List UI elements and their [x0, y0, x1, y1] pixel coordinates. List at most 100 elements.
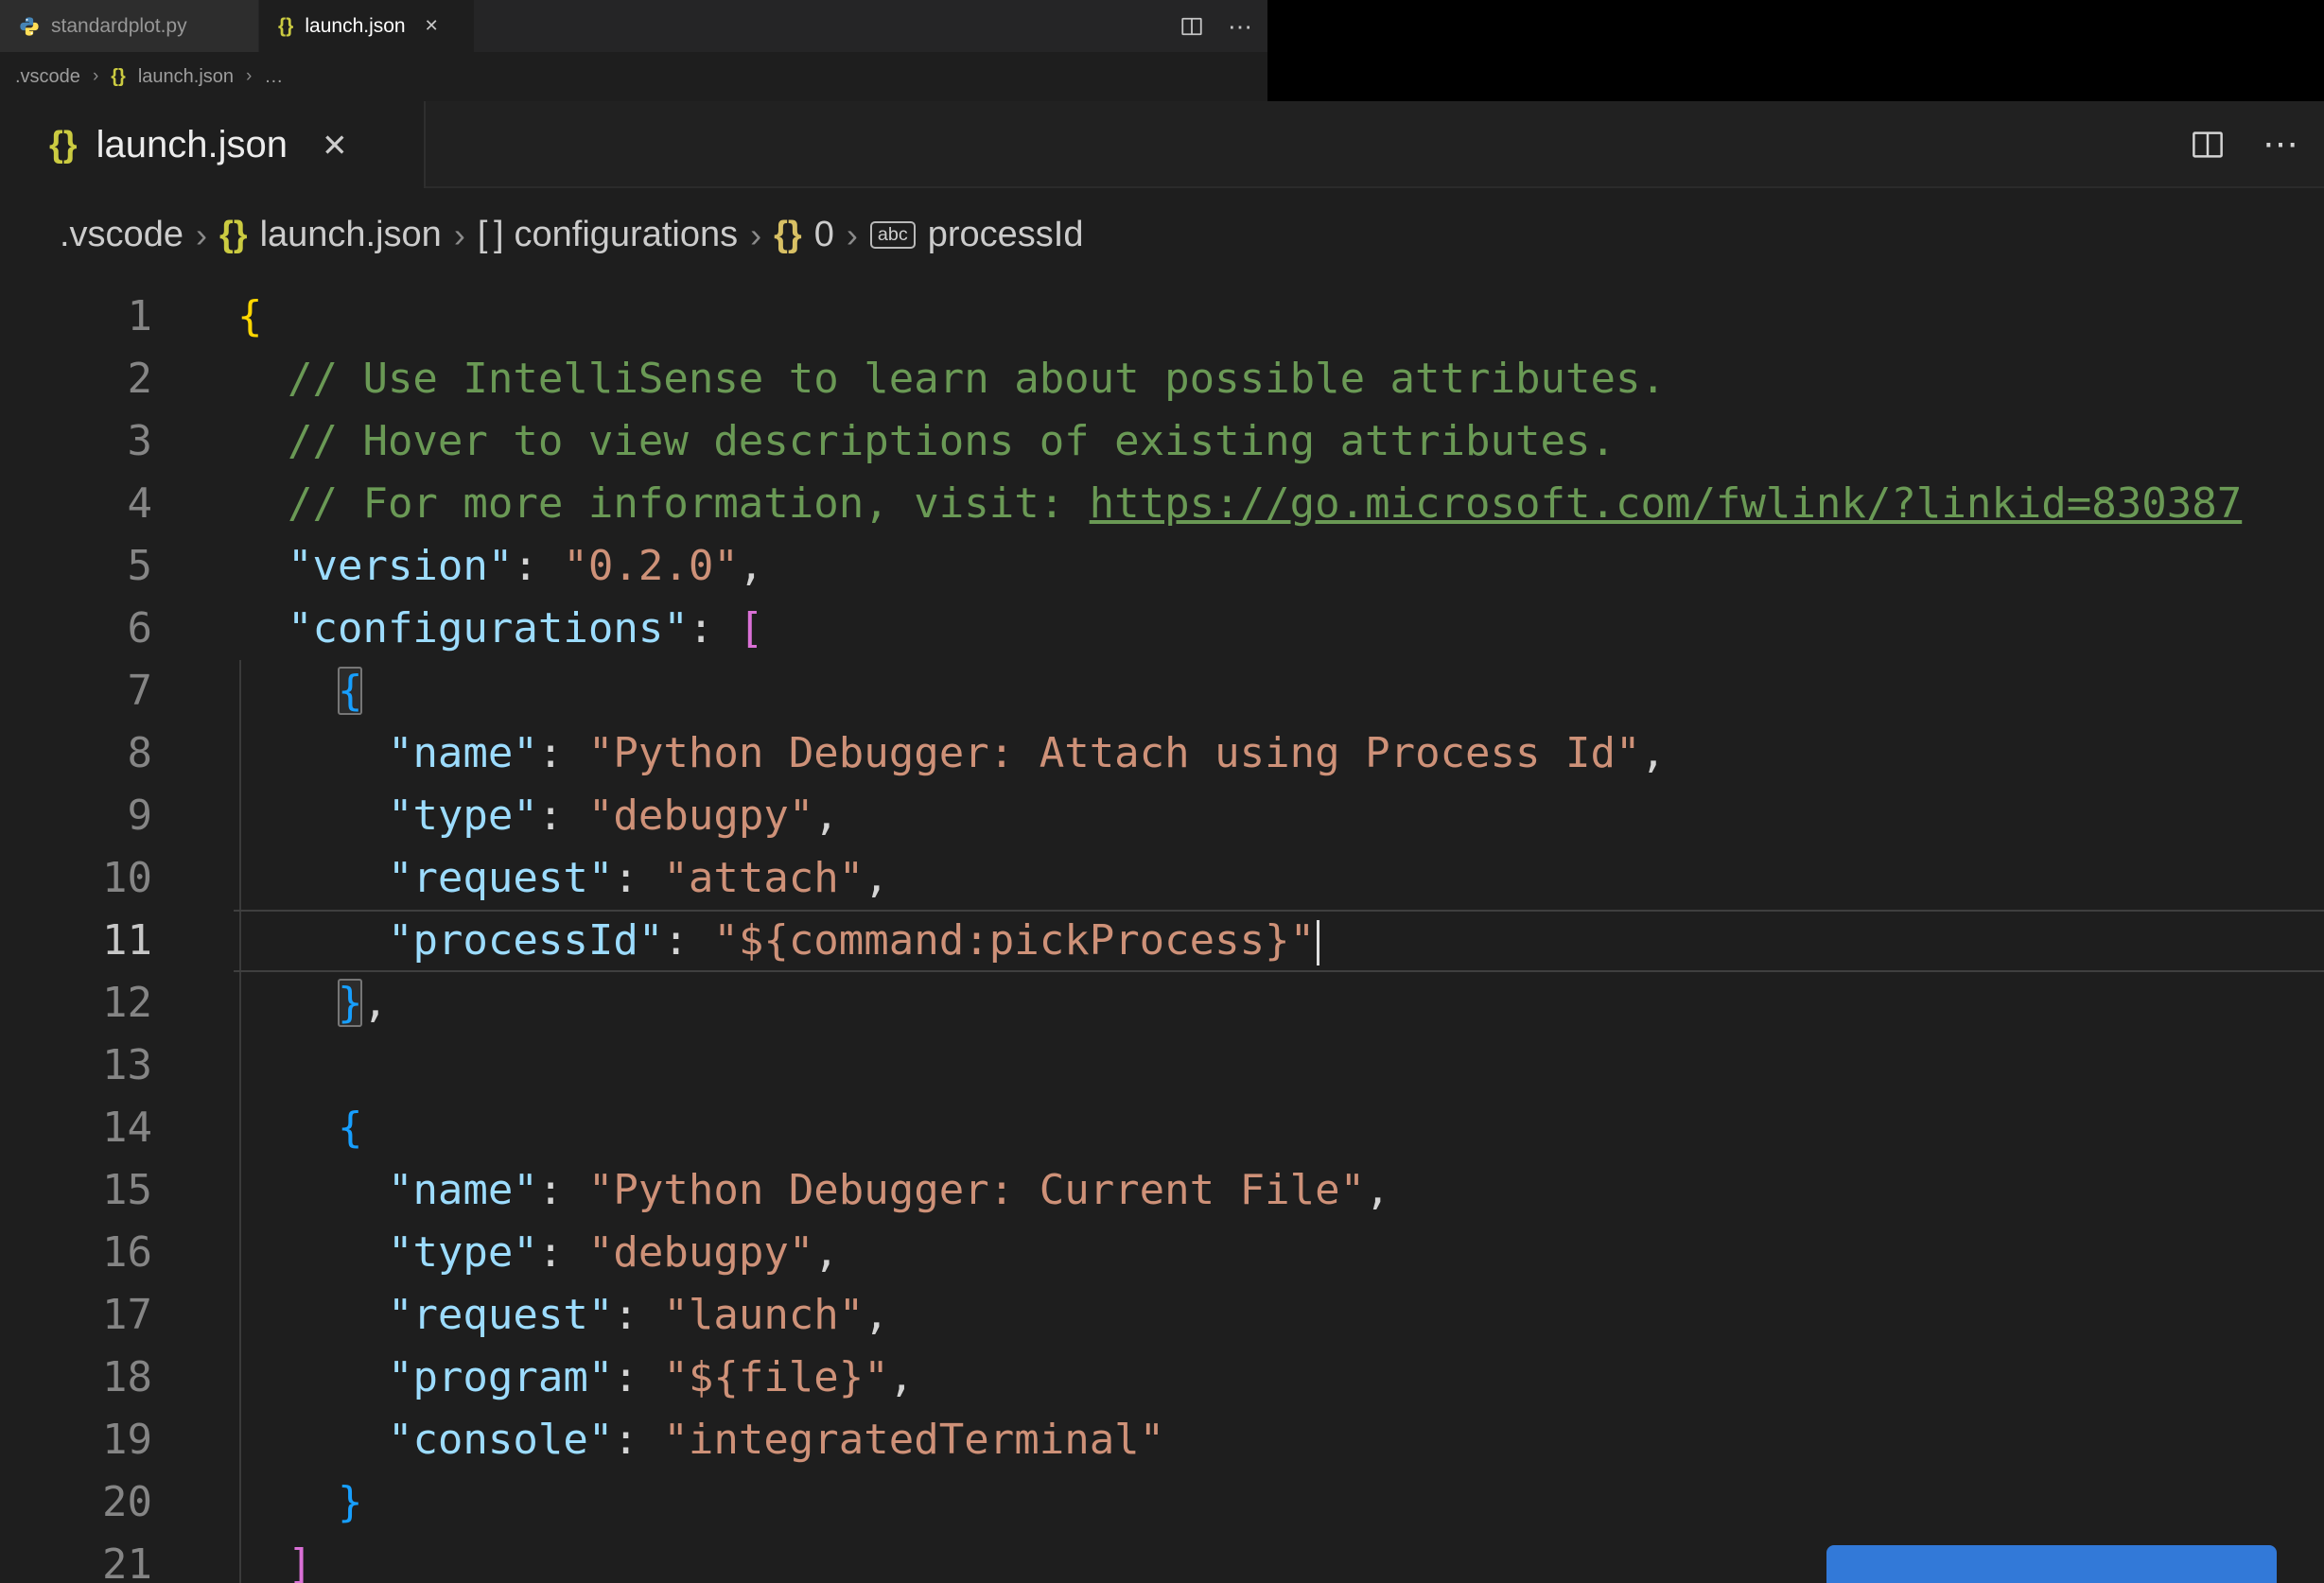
line-number[interactable]: 4: [0, 473, 153, 535]
chevron-right-icon: ›: [195, 215, 207, 254]
split-editor-icon[interactable]: [2191, 128, 2225, 162]
object-icon: {}: [774, 215, 802, 254]
editor-pane: {} launch.json ✕ ⋯ .vscode › {} launch.json…: [0, 101, 2324, 1583]
line-number[interactable]: 12: [0, 972, 152, 1035]
line-number[interactable]: 1: [0, 286, 153, 348]
text-cursor: [1317, 920, 1320, 965]
code-line-9[interactable]: 9 "type": "debugpy",: [0, 785, 2324, 847]
breadcrumb-item[interactable]: 0: [814, 215, 834, 255]
line-number[interactable]: 20: [0, 1471, 152, 1534]
vscode-window: standardplot.py {} launch.json ✕ ⋯ .vsco…: [0, 0, 2324, 1583]
line-content: "console": "integratedTerminal": [387, 1416, 1165, 1464]
line-number[interactable]: 6: [0, 598, 153, 660]
line-number[interactable]: 8: [0, 722, 153, 785]
tab-launch-json[interactable]: {} launch.json ✕: [259, 0, 474, 52]
array-icon: [ ]: [477, 215, 504, 254]
breadcrumb-item[interactable]: .vscode: [60, 215, 183, 255]
line-content: }: [337, 1478, 363, 1526]
tab-label: launch.json: [305, 14, 406, 37]
small-tab-bar: standardplot.py {} launch.json ✕ ⋯: [0, 0, 1267, 52]
line-content: ]: [287, 1540, 313, 1583]
split-editor-icon[interactable]: [1180, 15, 1203, 38]
small-breadcrumb: .vscode › {} launch.json › …: [0, 52, 1283, 101]
small-tabbar-actions: ⋯: [1180, 0, 1267, 52]
line-content: {: [337, 667, 363, 715]
line-content: "program": "${file}",: [387, 1353, 915, 1401]
code-line-1[interactable]: 1{: [0, 286, 2324, 348]
more-actions-icon[interactable]: ⋯: [2263, 127, 2301, 163]
breadcrumb-item[interactable]: .vscode: [15, 66, 80, 88]
line-content: "request": "attach",: [387, 854, 889, 902]
line-number[interactable]: 13: [0, 1035, 152, 1097]
code-line-18[interactable]: 18 "program": "${file}",: [0, 1347, 2324, 1409]
json-icon: {}: [278, 14, 294, 37]
line-number[interactable]: 3: [0, 410, 153, 473]
abc-icon: abc: [869, 220, 916, 250]
code-line-12[interactable]: 12 },: [0, 972, 2324, 1035]
line-number[interactable]: 16: [0, 1222, 152, 1284]
code-line-20[interactable]: 20 }: [0, 1471, 2324, 1534]
close-icon[interactable]: ✕: [425, 16, 439, 36]
line-number[interactable]: 18: [0, 1347, 152, 1409]
line-content: {: [237, 292, 263, 340]
code-line-5[interactable]: 5 "version": "0.2.0",: [0, 535, 2324, 598]
json-icon: {}: [49, 124, 78, 165]
chevron-right-icon: ›: [92, 66, 99, 86]
code-line-14[interactable]: 14 {: [0, 1097, 2324, 1159]
code-line-8[interactable]: 8 "name": "Python Debugger: Attach using…: [0, 722, 2324, 785]
json-file-icon: {}: [218, 215, 248, 254]
line-number[interactable]: 10: [0, 847, 152, 910]
breadcrumb-item[interactable]: launch.json: [260, 215, 442, 255]
line-number[interactable]: 9: [0, 785, 153, 847]
code-line-7[interactable]: 7 {: [0, 660, 2324, 722]
breadcrumb-item[interactable]: …: [264, 66, 283, 88]
line-content: // For more information, visit: https://…: [237, 479, 2243, 528]
code-line-19[interactable]: 19 "console": "integratedTerminal": [0, 1409, 2324, 1471]
code-line-4[interactable]: 4 // For more information, visit: https:…: [0, 473, 2324, 535]
line-content: "type": "debugpy",: [387, 1228, 839, 1277]
python-icon: [19, 16, 40, 37]
line-number[interactable]: 2: [0, 348, 153, 410]
tab-standardplot-py[interactable]: standardplot.py: [0, 0, 259, 52]
code-lines: 1{2 // Use IntelliSense to learn about p…: [0, 286, 2324, 1583]
line-content: "name": "Python Debugger: Current File",: [387, 1166, 1390, 1214]
code-line-11[interactable]: 11 "processId": "${command:pickProcess}": [0, 910, 2324, 972]
line-number[interactable]: 11: [0, 910, 152, 972]
line-number[interactable]: 17: [0, 1284, 152, 1347]
code-line-10[interactable]: 10 "request": "attach",: [0, 847, 2324, 910]
breadcrumb-item[interactable]: configurations: [515, 215, 739, 255]
code-line-15[interactable]: 15 "name": "Python Debugger: Current Fil…: [0, 1159, 2324, 1222]
line-number[interactable]: 21: [0, 1534, 152, 1583]
line-number[interactable]: 7: [0, 660, 153, 722]
small-breadcrumb-row: .vscode › {} launch.json › …: [15, 66, 283, 88]
code-line-6[interactable]: 6 "configurations": [: [0, 598, 2324, 660]
tab-label: launch.json: [96, 123, 288, 165]
line-number[interactable]: 15: [0, 1159, 152, 1222]
line-number[interactable]: 14: [0, 1097, 152, 1159]
more-actions-icon[interactable]: ⋯: [1228, 14, 1254, 39]
code-line-16[interactable]: 16 "type": "debugpy",: [0, 1222, 2324, 1284]
code-line-13[interactable]: 13: [0, 1035, 2324, 1097]
breadcrumb-item[interactable]: processId: [928, 215, 1084, 255]
code-line-3[interactable]: 3 // Hover to view descriptions of exist…: [0, 410, 2324, 473]
line-number[interactable]: 19: [0, 1409, 152, 1471]
editor-tabbar-actions: ⋯: [2191, 101, 2301, 188]
line-content: // Use IntelliSense to learn about possi…: [237, 355, 1666, 403]
black-region: [1267, 0, 2324, 101]
breadcrumb-item[interactable]: launch.json: [138, 66, 234, 88]
chevron-right-icon: ›: [246, 66, 253, 86]
line-content: // Hover to view descriptions of existin…: [237, 417, 1616, 465]
code-line-17[interactable]: 17 "request": "launch",: [0, 1284, 2324, 1347]
line-content: "type": "debugpy",: [387, 792, 839, 840]
line-content: "name": "Python Debugger: Attach using P…: [387, 729, 1666, 777]
json-file-icon: {}: [111, 65, 126, 87]
editor-tab-launch-json[interactable]: {} launch.json ✕: [0, 101, 426, 188]
line-number[interactable]: 5: [0, 535, 153, 598]
code-line-2[interactable]: 2 // Use IntelliSense to learn about pos…: [0, 348, 2324, 410]
add-configuration-button[interactable]: [1826, 1545, 2277, 1583]
line-content: "version": "0.2.0",: [287, 542, 764, 590]
close-icon[interactable]: ✕: [322, 127, 348, 164]
line-content: {: [337, 1104, 363, 1152]
chevron-right-icon: ›: [453, 215, 465, 254]
line-content: },: [337, 979, 388, 1027]
